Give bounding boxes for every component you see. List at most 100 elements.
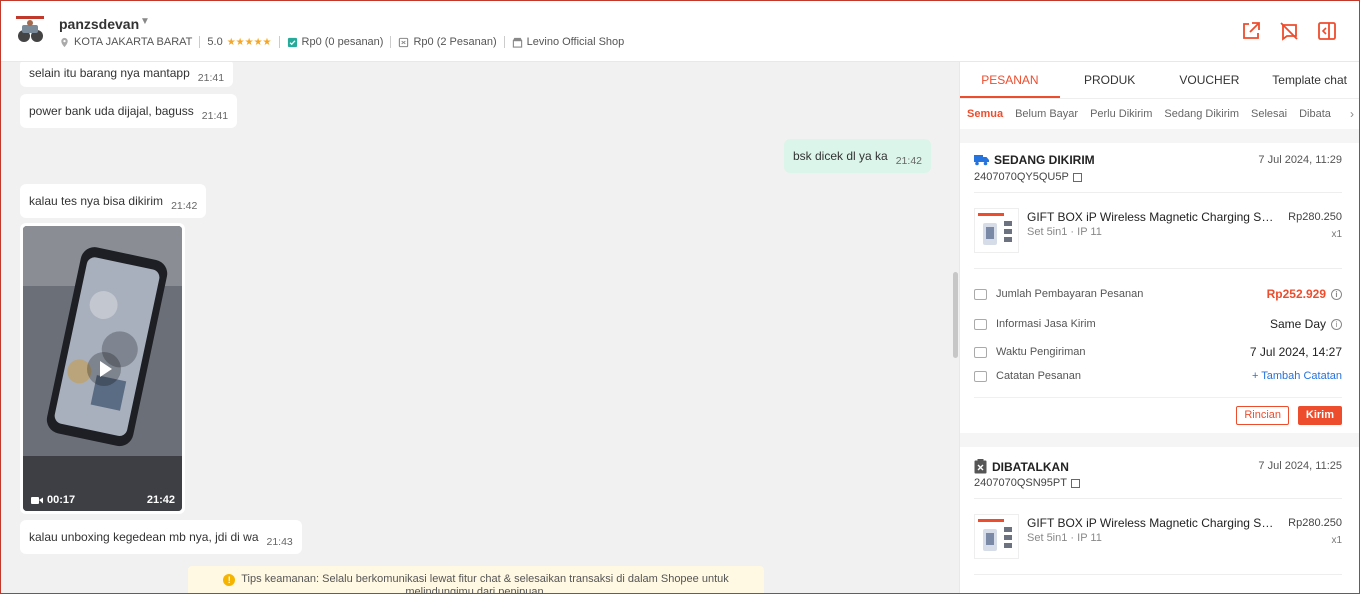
detail-button[interactable]: Rincian	[1236, 406, 1289, 425]
message-bubble-mine[interactable]: bsk dicek dl ya ka 21:42	[784, 139, 931, 173]
copy-icon[interactable]	[1072, 172, 1082, 182]
order-id-text: 2407070QSN95PT	[974, 477, 1067, 489]
message-bubble[interactable]: kalau tes nya bisa dikirim 21:42	[20, 184, 207, 218]
message-text: kalau tes nya bisa dikirim	[29, 194, 164, 208]
paid-orders: Rp0 (0 pesanan)	[301, 36, 384, 48]
filter-dibatalkan[interactable]: Dibata	[1299, 108, 1331, 120]
product-price: Rp280.250	[1288, 211, 1342, 223]
message-bubble[interactable]: kalau unboxing kegedean mb nya, jdi di w…	[20, 520, 302, 554]
divider	[199, 36, 201, 48]
play-icon[interactable]	[87, 352, 121, 386]
copy-icon[interactable]	[1070, 478, 1080, 488]
payment-row: Jumlah Pembayaran Pesanan Rp252.929 i	[974, 287, 1342, 301]
message-text: power bank uda dijajal, baguss	[29, 104, 194, 118]
header-actions	[1240, 20, 1338, 42]
buyer-meta: KOTA JAKARTA BARAT 5.0 ★★★★★ Rp0 (0 pesa…	[59, 36, 624, 48]
chat-scrollbar[interactable]	[953, 272, 958, 358]
shipping-service: Same Day	[1269, 317, 1326, 331]
video-duration-text: 00:17	[47, 494, 76, 506]
product-name[interactable]: GIFT BOX iP Wireless Magnetic Charging S…	[1027, 210, 1275, 224]
tab-produk[interactable]: PRODUK	[1060, 62, 1160, 98]
order-id: 2407070QSN95PT	[974, 477, 1080, 489]
filter-sedang-dikirim[interactable]: Sedang Dikirim	[1164, 108, 1239, 120]
star-rating-icon: ★★★★★	[226, 36, 272, 48]
order-status: SEDANG DIKIRIM	[974, 153, 1095, 167]
filter-belum-bayar[interactable]: Belum Bayar	[1015, 108, 1078, 120]
product-variant: Set 5in1 · IP 11	[1027, 532, 1102, 544]
unpaid-orders: Rp0 (2 Pesanan)	[413, 36, 497, 48]
order-status-text: DIBATALKAN	[992, 459, 1069, 474]
order-status: DIBATALKAN	[974, 459, 1069, 474]
filter-selesai[interactable]: Selesai	[1251, 108, 1287, 120]
divider	[974, 397, 1342, 398]
shipping-icon	[974, 318, 987, 330]
message-time: 21:41	[201, 110, 229, 122]
info-icon[interactable]: i	[1331, 288, 1342, 300]
message-time: 21:43	[266, 536, 293, 548]
warning-icon: !	[223, 574, 236, 586]
unpaid-box-icon	[399, 37, 409, 47]
product-qty: x1	[1331, 535, 1342, 546]
send-button[interactable]: Kirim	[1297, 406, 1342, 425]
notes-icon	[974, 370, 987, 382]
divider	[974, 192, 1342, 193]
location-pin-icon	[61, 37, 68, 47]
order-id: 2407070QY5QU5P	[974, 171, 1082, 183]
chevron-right-icon[interactable]: ›	[1350, 107, 1354, 121]
message-text: bsk dicek dl ya ka	[793, 149, 888, 163]
product-qty: x1	[1331, 229, 1342, 240]
order-date: 7 Jul 2024, 11:25	[1258, 460, 1342, 472]
message-text: selain itu barang nya mantapp	[29, 66, 190, 80]
filter-perlu-dikirim[interactable]: Perlu Dikirim	[1090, 108, 1152, 120]
video-duration: 00:17	[31, 494, 75, 506]
security-tips-banner: ! Tips keamanan: Selalu berkomunikasi lew…	[188, 566, 764, 594]
tab-template-chat[interactable]: Template chat	[1259, 62, 1360, 98]
product-image	[975, 515, 1018, 558]
message-time: 21:41	[197, 72, 225, 84]
product-price: Rp280.250	[1288, 517, 1342, 529]
avatar[interactable]	[14, 14, 46, 46]
video-message[interactable]: 00:17 21:42	[20, 223, 185, 514]
order-panel: PESANAN PRODUK VOUCHER Template chat Sem…	[959, 62, 1360, 594]
message-text: kalau unboxing kegedean mb nya, jdi di w…	[29, 530, 259, 544]
block-user-icon[interactable]	[1278, 20, 1300, 42]
info-icon[interactable]: i	[1331, 318, 1342, 330]
delivery-value: 7 Jul 2024, 14:27	[1249, 345, 1342, 359]
delivery-row: Waktu Pengiriman 7 Jul 2024, 14:27	[974, 345, 1342, 359]
order-card: DIBATALKAN 7 Jul 2024, 11:25 2407070QSN9…	[960, 447, 1360, 594]
shop-name: Levino Official Shop	[526, 36, 625, 48]
tips-line-2: melindungimu dari penipuan.	[405, 586, 547, 594]
video-thumbnail[interactable]: 00:17 21:42	[23, 226, 182, 511]
product-variant: Set 5in1 · IP 11	[1027, 226, 1102, 238]
add-note-link[interactable]: + Tambah Catatan	[1252, 370, 1342, 382]
panel-tabs: PESANAN PRODUK VOUCHER Template chat	[960, 62, 1360, 99]
chat-messages[interactable]: selain itu barang nya mantapp 21:41 powe…	[0, 62, 959, 594]
paid-check-icon	[287, 37, 297, 47]
collapse-panel-icon[interactable]	[1316, 20, 1338, 42]
message-bubble[interactable]: selain itu barang nya mantapp 21:41	[20, 62, 234, 87]
share-icon[interactable]	[1240, 20, 1262, 42]
product-name[interactable]: GIFT BOX iP Wireless Magnetic Charging S…	[1027, 516, 1275, 530]
username[interactable]: panzsdevan	[59, 16, 139, 32]
payment-value: Rp252.929 i	[1267, 287, 1342, 301]
filter-semua[interactable]: Semua	[967, 108, 1003, 120]
product-thumbnail[interactable]	[974, 514, 1019, 559]
divider	[503, 36, 505, 48]
tips-line-1: Tips keamanan: Selalu berkomunikasi lewa…	[241, 573, 729, 585]
delivery-icon	[974, 346, 987, 358]
tab-voucher[interactable]: VOUCHER	[1160, 62, 1260, 98]
order-filter-tabs: Semua Belum Bayar Perlu Dikirim Sedang D…	[960, 99, 1360, 129]
chevron-down-icon[interactable]: ▼	[140, 16, 150, 27]
product-thumbnail[interactable]	[974, 208, 1019, 253]
message-bubble[interactable]: power bank uda dijajal, baguss 21:41	[20, 94, 238, 128]
buyer-rating: 5.0	[207, 36, 223, 48]
product-image	[975, 209, 1018, 252]
divider	[278, 36, 280, 48]
message-time: 21:42	[895, 155, 922, 167]
tab-pesanan[interactable]: PESANAN	[960, 62, 1060, 98]
notes-label: Catatan Pesanan	[996, 370, 1082, 382]
shipping-row: Informasi Jasa Kirim Same Day i	[974, 317, 1342, 331]
divider	[974, 268, 1342, 269]
message-time: 21:42	[171, 200, 198, 212]
payment-icon	[974, 288, 987, 300]
